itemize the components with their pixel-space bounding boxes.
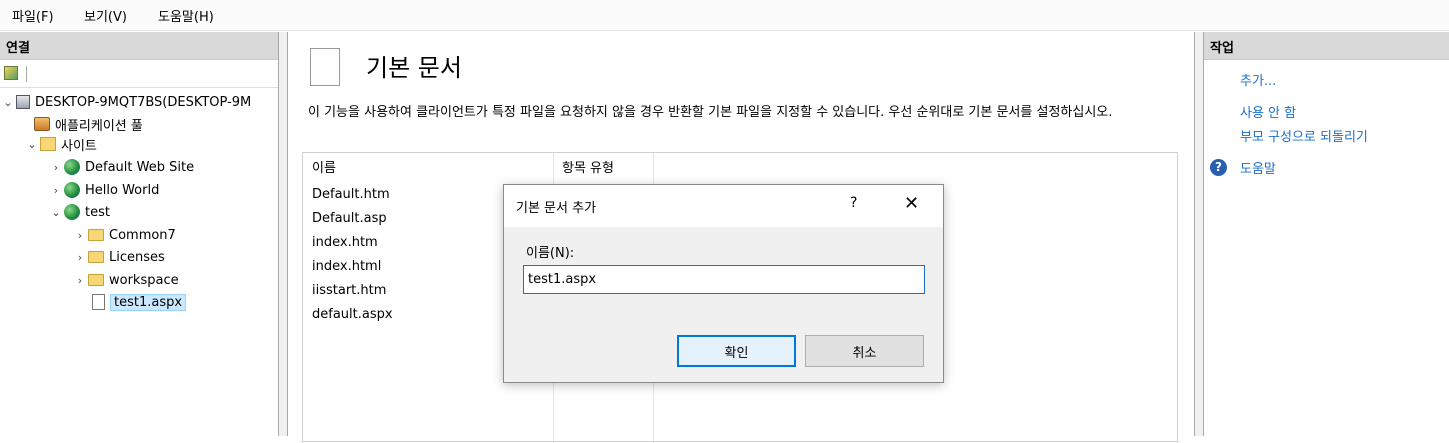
globe-icon: [64, 204, 80, 220]
dialog-title: 기본 문서 추가: [516, 201, 597, 216]
menu-help[interactable]: 도움말(H): [158, 6, 214, 25]
folder-icon: [88, 274, 104, 286]
actions-header: 작업: [1204, 32, 1449, 60]
server-icon: [16, 95, 30, 109]
column-header-type[interactable]: 항목 유형: [562, 157, 614, 176]
menu-view[interactable]: 보기(V): [84, 6, 127, 25]
add-default-document-dialog: 기본 문서 추가 ? ✕ 이름(N): 확인 취소: [503, 184, 944, 383]
tree-item-site-test[interactable]: ⌄ test: [50, 201, 110, 223]
chevron-right-icon[interactable]: ›: [50, 184, 62, 197]
tree-label-app-pools: 애플리케이션 풀: [55, 118, 143, 134]
column-header-name[interactable]: 이름: [312, 157, 336, 176]
name-label: 이름(N):: [526, 246, 575, 261]
action-help-link[interactable]: 도움말: [1240, 158, 1276, 177]
ok-button[interactable]: 확인: [677, 335, 796, 367]
tree-label-folder-common7: Common7: [109, 227, 176, 243]
folder-icon: [88, 229, 104, 241]
tree-label-site-test: test: [85, 204, 110, 220]
dialog-close-button[interactable]: ✕: [904, 193, 919, 214]
name-input[interactable]: [523, 265, 925, 294]
globe-icon: [64, 159, 80, 175]
chevron-right-icon[interactable]: ›: [74, 229, 86, 242]
menu-file[interactable]: 파일(F): [12, 6, 54, 25]
chevron-down-icon[interactable]: ⌄: [50, 206, 62, 219]
chevron-right-icon[interactable]: ›: [74, 251, 86, 264]
tree-item-sites[interactable]: ⌄ 사이트: [26, 133, 97, 155]
cancel-button[interactable]: 취소: [805, 335, 924, 367]
tree-label-file-test1: test1.aspx: [110, 293, 187, 311]
list-item[interactable]: Default.asp: [312, 211, 387, 226]
actions-pane: 작업 추가... 사용 안 함 부모 구성으로 되돌리기 ? 도움말: [1203, 32, 1449, 436]
sites-icon: [40, 137, 56, 151]
document-icon: [310, 48, 340, 86]
globe-icon: [64, 182, 80, 198]
tree-item-folder-workspace[interactable]: › workspace: [74, 269, 179, 291]
menu-bar: 파일(F) 보기(V) 도움말(H): [0, 0, 1449, 31]
action-disable-link[interactable]: 사용 안 함: [1240, 102, 1296, 121]
chevron-right-icon[interactable]: ›: [50, 161, 62, 174]
file-icon: [92, 294, 105, 310]
action-add-link[interactable]: 추가...: [1240, 70, 1276, 89]
page-title: 기본 문서: [366, 54, 462, 82]
app-pool-icon: [34, 117, 50, 131]
tree-label-site-default: Default Web Site: [85, 159, 195, 175]
tree-item-file-test1[interactable]: test1.aspx: [92, 291, 187, 313]
help-icon: ?: [1210, 159, 1227, 176]
tree-item-site-default[interactable]: › Default Web Site: [50, 156, 194, 178]
chevron-right-icon[interactable]: ›: [74, 274, 86, 287]
splitter-right[interactable]: [1195, 32, 1203, 436]
tree-item-server[interactable]: ⌄ DESKTOP-9MQT7BS(DESKTOP-9M: [2, 91, 251, 113]
connections-header: 연결: [0, 32, 278, 60]
list-item[interactable]: default.aspx: [312, 307, 393, 322]
tree-item-app-pools[interactable]: 애플리케이션 풀: [34, 113, 143, 135]
list-item[interactable]: iisstart.htm: [312, 283, 386, 298]
dialog-help-button[interactable]: ?: [850, 195, 857, 211]
folder-icon: [88, 251, 104, 263]
chevron-down-icon[interactable]: ⌄: [26, 138, 38, 151]
list-item[interactable]: index.html: [312, 259, 381, 274]
splitter-left[interactable]: [279, 32, 287, 436]
tree-label-server: DESKTOP-9MQT7BS(DESKTOP-9M: [35, 94, 252, 110]
connections-pane: 연결 ⌄ DESKTOP-9MQT7BS(DESKTOP-9M 애플리케이션 풀…: [0, 32, 279, 436]
tree-label-site-hello: Hello World: [85, 182, 160, 198]
chevron-down-icon[interactable]: ⌄: [2, 96, 14, 109]
toolbar-separator: [26, 66, 27, 82]
list-item[interactable]: Default.htm: [312, 187, 390, 202]
tree-label-sites: 사이트: [61, 138, 97, 154]
connect-icon[interactable]: [4, 66, 18, 80]
action-revert-link[interactable]: 부모 구성으로 되돌리기: [1240, 126, 1368, 145]
connections-toolbar: [0, 60, 278, 88]
tree-item-folder-licenses[interactable]: › Licenses: [74, 246, 165, 268]
tree-item-folder-common7[interactable]: › Common7: [74, 224, 176, 246]
page-description: 이 기능을 사용하여 클라이언트가 특정 파일을 요청하지 않을 경우 반환할 …: [308, 105, 1113, 120]
list-item[interactable]: index.htm: [312, 235, 378, 250]
tree-label-folder-licenses: Licenses: [109, 249, 165, 265]
dialog-titlebar[interactable]: 기본 문서 추가 ? ✕: [504, 185, 943, 227]
tree-label-folder-workspace: workspace: [109, 272, 179, 288]
tree-item-site-hello[interactable]: › Hello World: [50, 179, 159, 201]
